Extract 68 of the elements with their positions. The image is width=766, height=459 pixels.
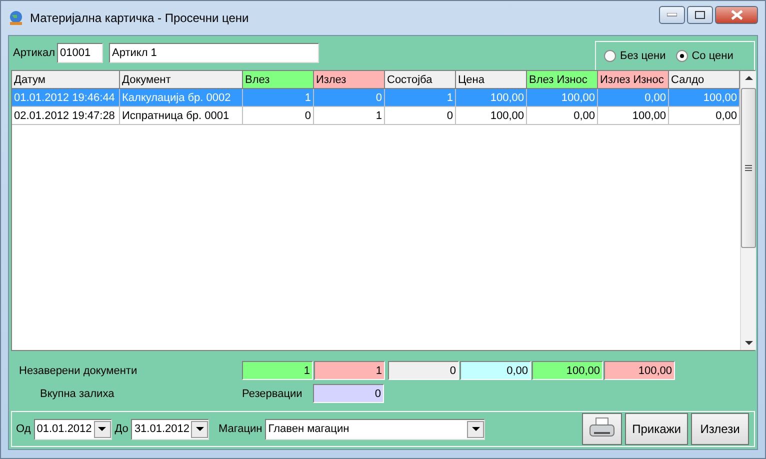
table-cell: 1 [243,89,314,107]
table-cell: 0 [243,107,314,125]
minimize-button[interactable] [659,6,685,24]
radio-button[interactable] [604,50,616,62]
table-cell: 02.01.2012 19:47:28 [12,107,120,125]
table-cell: 100,00 [527,89,598,107]
printer-icon [589,416,616,438]
table-cell: 0,00 [669,107,740,125]
reservations-label: Резервации [242,388,304,400]
table-cell: 100,00 [669,89,740,107]
maximize-button[interactable] [687,6,713,24]
column-header[interactable]: Состојба [385,71,456,89]
caret-icon [196,427,204,431]
column-header[interactable]: Влез Износ [527,71,598,89]
table-cell: 100,00 [598,107,669,125]
article-name-field[interactable]: Артикл 1 [109,43,319,63]
table-cell: Калкулација бр. 0002 [120,89,243,107]
table-cell: 100,00 [456,107,527,125]
column-header[interactable]: Излез [314,71,385,89]
window-title: Материјална картичка - Просечни цени [30,11,249,25]
total-field: 1 [242,361,313,380]
article-label: Артикал [13,47,55,59]
close-icon [730,10,742,20]
table-cell: 1 [314,107,385,125]
column-header[interactable]: Излез Износ [598,71,669,89]
radio-dot-icon [680,54,684,58]
total-field: 100,00 [604,361,675,380]
table-cell: 100,00 [456,89,527,107]
close-button[interactable] [715,6,758,24]
warehouse-dropdown[interactable]: Главен магацин [265,418,486,440]
column-header[interactable]: Салдо [669,71,740,89]
from-date-picker[interactable]: 01.01.2012 [34,418,112,440]
show-button[interactable]: Прикажи [625,413,688,445]
column-header[interactable]: Датум [12,71,120,89]
print-button[interactable] [582,413,622,445]
table-cell: 0,00 [598,89,669,107]
article-code-field[interactable]: 01001 [57,43,103,63]
from-label: Од [16,423,31,435]
column-header[interactable]: Документ [120,71,243,89]
to-label: До [114,423,128,435]
exit-button[interactable]: Излези [691,413,749,445]
scrollbar[interactable] [740,71,756,350]
caret-icon [98,427,106,431]
maximize-icon [695,11,705,19]
grip-icon [745,165,752,171]
total-stock-label: Вкупна залиха [39,388,116,400]
radio-button[interactable] [676,50,688,62]
table-cell: 0 [385,107,456,125]
table-cell: 01.01.2012 19:46:44 [12,89,120,107]
total-field: 100,00 [532,361,603,380]
warehouse-label: Магацин [218,423,262,435]
column-header[interactable]: Цена [456,71,527,89]
radio-label[interactable]: Со цени [692,50,734,62]
total-field: 0,00 [460,361,531,380]
total-field: 0 [388,361,459,380]
table-cell: 0 [314,89,385,107]
minimize-icon [667,13,677,17]
unverified-label: Незаверени документи [18,364,138,376]
globe-icon [8,10,24,26]
column-header[interactable]: Влез [243,71,314,89]
caret-icon [472,427,480,431]
to-date-picker[interactable]: 31.01.2012 [131,418,210,440]
table-cell: 0,00 [527,107,598,125]
table-cell: 1 [385,89,456,107]
total-field: 1 [314,361,385,380]
reservations-field: 0 [313,384,384,403]
radio-label[interactable]: Без цени [620,50,666,62]
table-cell: Испратница бр. 0001 [120,107,243,125]
